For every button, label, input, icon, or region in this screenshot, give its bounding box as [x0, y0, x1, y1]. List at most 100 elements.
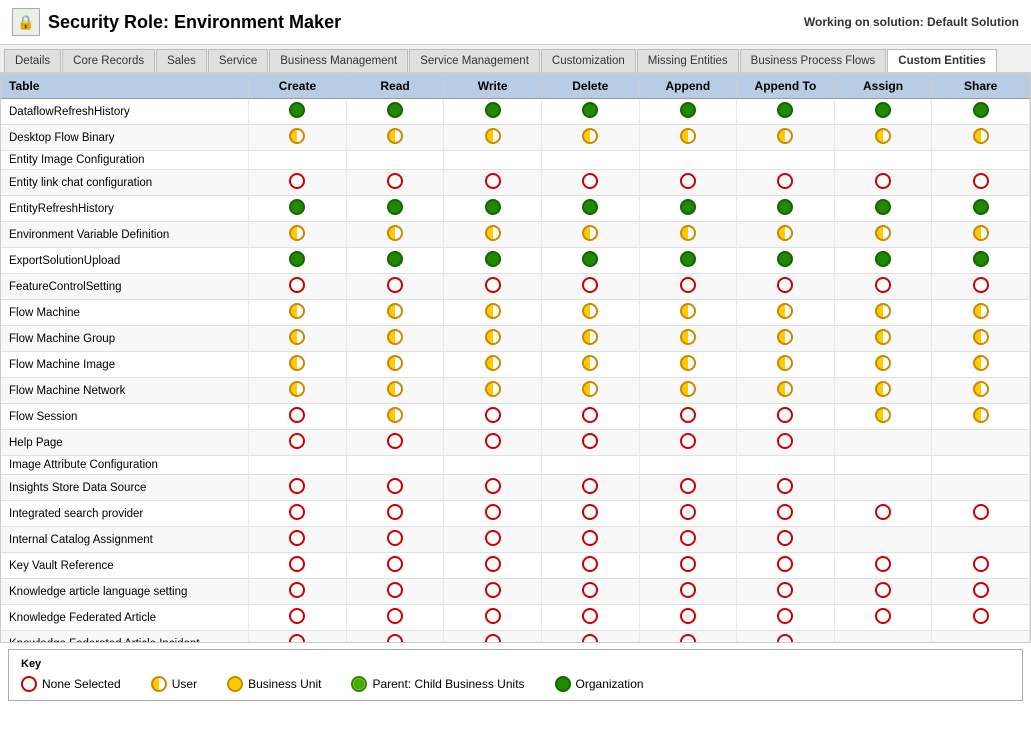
perm-icon-none[interactable] — [289, 530, 305, 546]
perm-cell-append[interactable] — [639, 430, 737, 456]
perm-cell-delete[interactable] — [541, 125, 639, 151]
perm-cell-assign[interactable] — [834, 326, 932, 352]
perm-cell-delete[interactable] — [541, 248, 639, 274]
perm-cell-write[interactable] — [444, 527, 542, 553]
perm-icon-none[interactable] — [973, 556, 989, 572]
perm-cell-create[interactable] — [249, 631, 347, 644]
perm-icon-user[interactable] — [387, 407, 403, 423]
perm-icon-none[interactable] — [875, 556, 891, 572]
perm-cell-appendto[interactable] — [737, 300, 835, 326]
perm-cell-assign[interactable] — [834, 475, 932, 501]
perm-icon-none[interactable] — [387, 556, 403, 572]
perm-icon-org[interactable] — [973, 102, 989, 118]
perm-cell-delete[interactable] — [541, 326, 639, 352]
perm-icon-user[interactable] — [875, 225, 891, 241]
perm-icon-user[interactable] — [289, 225, 305, 241]
perm-cell-delete[interactable] — [541, 631, 639, 644]
perm-icon-none[interactable] — [387, 277, 403, 293]
perm-cell-share[interactable] — [932, 151, 1030, 170]
perm-cell-append[interactable] — [639, 553, 737, 579]
perm-icon-none[interactable] — [680, 556, 696, 572]
perm-cell-create[interactable] — [249, 579, 347, 605]
perm-icon-user[interactable] — [485, 329, 501, 345]
perm-icon-user[interactable] — [973, 225, 989, 241]
perm-icon-user[interactable] — [875, 355, 891, 371]
perm-cell-appendto[interactable] — [737, 326, 835, 352]
perm-icon-none[interactable] — [485, 530, 501, 546]
perm-cell-write[interactable] — [444, 274, 542, 300]
tab-customization[interactable]: Customization — [541, 49, 636, 72]
perm-icon-user[interactable] — [680, 355, 696, 371]
perm-cell-share[interactable] — [932, 501, 1030, 527]
perm-icon-none[interactable] — [875, 582, 891, 598]
perm-cell-delete[interactable] — [541, 99, 639, 125]
perm-icon-user[interactable] — [680, 381, 696, 397]
perm-cell-read[interactable] — [346, 501, 444, 527]
perm-cell-read[interactable] — [346, 300, 444, 326]
perm-cell-appendto[interactable] — [737, 151, 835, 170]
perm-cell-append[interactable] — [639, 352, 737, 378]
perm-icon-user[interactable] — [680, 303, 696, 319]
perm-icon-none[interactable] — [875, 504, 891, 520]
perm-icon-none[interactable] — [582, 608, 598, 624]
perm-icon-user[interactable] — [777, 355, 793, 371]
perm-cell-read[interactable] — [346, 274, 444, 300]
perm-cell-assign[interactable] — [834, 125, 932, 151]
perm-cell-share[interactable] — [932, 378, 1030, 404]
perm-icon-user[interactable] — [387, 355, 403, 371]
perm-icon-user[interactable] — [387, 303, 403, 319]
perm-cell-create[interactable] — [249, 404, 347, 430]
perm-icon-org[interactable] — [777, 102, 793, 118]
perm-icon-org[interactable] — [485, 251, 501, 267]
perm-icon-user[interactable] — [582, 381, 598, 397]
perm-icon-user[interactable] — [485, 381, 501, 397]
perm-icon-org[interactable] — [777, 199, 793, 215]
perm-icon-none[interactable] — [485, 608, 501, 624]
perm-icon-none[interactable] — [680, 582, 696, 598]
perm-icon-none[interactable] — [777, 433, 793, 449]
perm-icon-user[interactable] — [875, 381, 891, 397]
perm-icon-org[interactable] — [973, 199, 989, 215]
perm-cell-appendto[interactable] — [737, 579, 835, 605]
perm-cell-create[interactable] — [249, 151, 347, 170]
perm-cell-delete[interactable] — [541, 274, 639, 300]
tab-business-process-flows[interactable]: Business Process Flows — [740, 49, 887, 72]
perm-icon-none[interactable] — [680, 504, 696, 520]
perm-icon-none[interactable] — [387, 433, 403, 449]
perm-icon-user[interactable] — [680, 225, 696, 241]
perm-cell-write[interactable] — [444, 404, 542, 430]
perm-cell-write[interactable] — [444, 196, 542, 222]
perm-icon-none[interactable] — [289, 556, 305, 572]
perm-icon-user[interactable] — [387, 329, 403, 345]
perm-cell-append[interactable] — [639, 456, 737, 475]
perm-icon-user[interactable] — [973, 381, 989, 397]
perm-icon-none[interactable] — [289, 277, 305, 293]
perm-icon-user[interactable] — [582, 128, 598, 144]
perm-cell-delete[interactable] — [541, 404, 639, 430]
perm-cell-create[interactable] — [249, 222, 347, 248]
perm-icon-user[interactable] — [973, 355, 989, 371]
perm-cell-share[interactable] — [932, 404, 1030, 430]
perm-cell-read[interactable] — [346, 196, 444, 222]
perm-icon-none[interactable] — [777, 173, 793, 189]
perm-icon-user[interactable] — [289, 303, 305, 319]
perm-cell-delete[interactable] — [541, 605, 639, 631]
perm-icon-none[interactable] — [973, 504, 989, 520]
perm-icon-org[interactable] — [777, 251, 793, 267]
perm-cell-append[interactable] — [639, 151, 737, 170]
perm-cell-write[interactable] — [444, 352, 542, 378]
perm-cell-appendto[interactable] — [737, 222, 835, 248]
perm-icon-none[interactable] — [680, 433, 696, 449]
perm-icon-none[interactable] — [485, 634, 501, 643]
perm-cell-write[interactable] — [444, 579, 542, 605]
perm-cell-create[interactable] — [249, 248, 347, 274]
perm-icon-none[interactable] — [973, 277, 989, 293]
perm-icon-none[interactable] — [485, 173, 501, 189]
perm-icon-none[interactable] — [582, 634, 598, 643]
perm-icon-none[interactable] — [387, 478, 403, 494]
perm-cell-appendto[interactable] — [737, 170, 835, 196]
perm-cell-assign[interactable] — [834, 501, 932, 527]
perm-icon-user[interactable] — [387, 128, 403, 144]
perm-icon-none[interactable] — [289, 582, 305, 598]
perm-cell-share[interactable] — [932, 326, 1030, 352]
